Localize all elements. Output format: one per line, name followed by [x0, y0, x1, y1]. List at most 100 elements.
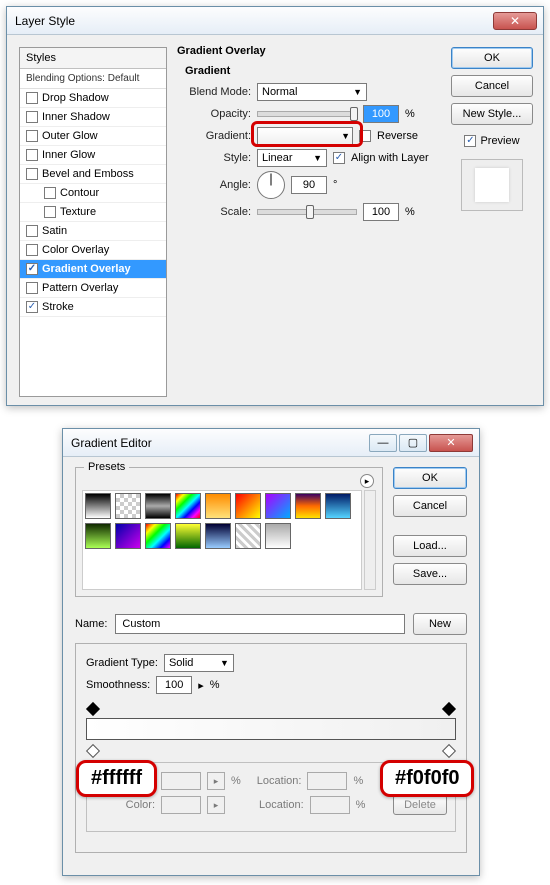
- style-row-inner-shadow[interactable]: Inner Shadow: [20, 108, 166, 127]
- style-label: Stroke: [42, 301, 74, 313]
- preset-swatch[interactable]: [85, 493, 111, 519]
- angle-dial[interactable]: [257, 171, 285, 199]
- preset-swatch[interactable]: [85, 523, 111, 549]
- style-checkbox[interactable]: [26, 130, 38, 142]
- styles-list: Styles Blending Options: Default Drop Sh…: [19, 47, 167, 397]
- gradient-style-select[interactable]: Linear ▼: [257, 149, 327, 167]
- new-style-button[interactable]: New Style...: [451, 103, 533, 125]
- gradient-editor-dialog: Gradient Editor — ▢ ✕ Presets ▸ OK: [62, 428, 480, 876]
- preset-swatch[interactable]: [145, 493, 171, 519]
- preset-swatch[interactable]: [325, 493, 351, 519]
- layer-style-title: Layer Style: [15, 14, 493, 28]
- opacity-value[interactable]: 100: [363, 105, 399, 123]
- cancel-button[interactable]: Cancel: [393, 495, 467, 517]
- preset-swatch[interactable]: [235, 493, 261, 519]
- opacity-stop-right[interactable]: [442, 702, 456, 716]
- preset-swatch[interactable]: [115, 493, 141, 519]
- preset-swatch[interactable]: [175, 493, 201, 519]
- annotation-right-hex: #f0f0f0: [380, 760, 474, 797]
- preset-swatch[interactable]: [175, 523, 201, 549]
- annotation-left-hex: #ffffff: [76, 760, 157, 797]
- save-button[interactable]: Save...: [393, 563, 467, 585]
- reverse-checkbox[interactable]: [359, 130, 371, 142]
- style-checkbox[interactable]: [26, 111, 38, 123]
- close-icon[interactable]: ✕: [493, 12, 537, 30]
- close-icon[interactable]: ✕: [429, 434, 473, 452]
- preset-swatch[interactable]: [295, 493, 321, 519]
- preset-swatch[interactable]: [265, 523, 291, 549]
- smoothness-value[interactable]: 100: [156, 676, 192, 694]
- style-row-inner-glow[interactable]: Inner Glow: [20, 146, 166, 165]
- ok-button[interactable]: OK: [393, 467, 467, 489]
- name-input[interactable]: Custom: [115, 614, 405, 634]
- cancel-button[interactable]: Cancel: [451, 75, 533, 97]
- style-row-gradient-overlay[interactable]: Gradient Overlay: [20, 260, 166, 279]
- style-checkbox[interactable]: [26, 168, 38, 180]
- preset-swatch[interactable]: [235, 523, 261, 549]
- gradient-editor-titlebar[interactable]: Gradient Editor — ▢ ✕: [63, 429, 479, 457]
- angle-value[interactable]: 90: [291, 176, 327, 194]
- color-stop-left[interactable]: [86, 744, 100, 758]
- scrollbar[interactable]: [364, 490, 376, 590]
- preset-swatch[interactable]: [115, 523, 141, 549]
- presets-grid[interactable]: [82, 490, 362, 590]
- style-row-pattern-overlay[interactable]: Pattern Overlay: [20, 279, 166, 298]
- scale-label: Scale:: [185, 206, 251, 218]
- stop-color-swatch: [161, 796, 201, 814]
- align-label: Align with Layer: [351, 152, 429, 164]
- preview-checkbox[interactable]: [464, 135, 476, 147]
- style-row-stroke[interactable]: Stroke: [20, 298, 166, 317]
- pct-label: %: [210, 679, 220, 691]
- style-label: Inner Shadow: [42, 111, 110, 123]
- scale-slider[interactable]: [257, 209, 357, 215]
- style-label: Pattern Overlay: [42, 282, 118, 294]
- style-checkbox[interactable]: [26, 263, 38, 275]
- blend-mode-select[interactable]: Normal ▼: [257, 83, 367, 101]
- stop-location-label2: Location:: [259, 799, 304, 811]
- stop-location-label: Location:: [257, 775, 302, 787]
- style-row-satin[interactable]: Satin: [20, 222, 166, 241]
- color-stop-right[interactable]: [442, 744, 456, 758]
- gradient-overlay-panel: Gradient Overlay Gradient Blend Mode: No…: [177, 45, 447, 231]
- presets-label: Presets: [84, 461, 129, 473]
- style-row-color-overlay[interactable]: Color Overlay: [20, 241, 166, 260]
- style-checkbox[interactable]: [26, 282, 38, 294]
- style-checkbox[interactable]: [26, 301, 38, 313]
- minimize-icon[interactable]: —: [369, 434, 397, 452]
- gradient-bar[interactable]: [86, 706, 456, 754]
- gradient-picker[interactable]: ▼: [257, 127, 353, 145]
- opacity-stop-left[interactable]: [86, 702, 100, 716]
- smoothness-stepper[interactable]: ▸: [198, 679, 204, 692]
- gradient-config-panel: Gradient Type: Solid ▼ Smoothness: 100 ▸…: [75, 643, 467, 853]
- preset-swatch[interactable]: [205, 523, 231, 549]
- load-button[interactable]: Load...: [393, 535, 467, 557]
- angle-label: Angle:: [185, 179, 251, 191]
- align-checkbox[interactable]: [333, 152, 345, 164]
- presets-menu-icon[interactable]: ▸: [360, 474, 374, 488]
- new-button[interactable]: New: [413, 613, 467, 635]
- style-row-drop-shadow[interactable]: Drop Shadow: [20, 89, 166, 108]
- style-checkbox[interactable]: [44, 206, 56, 218]
- stop-color-label: Color:: [95, 799, 155, 811]
- scale-value[interactable]: 100: [363, 203, 399, 221]
- style-row-outer-glow[interactable]: Outer Glow: [20, 127, 166, 146]
- style-checkbox[interactable]: [26, 225, 38, 237]
- maximize-icon[interactable]: ▢: [399, 434, 427, 452]
- opacity-slider[interactable]: [257, 111, 357, 117]
- gradient-type-select[interactable]: Solid ▼: [164, 654, 234, 672]
- style-checkbox[interactable]: [44, 187, 56, 199]
- preview-toggle[interactable]: Preview: [451, 135, 533, 147]
- preset-swatch[interactable]: [145, 523, 171, 549]
- layer-style-titlebar[interactable]: Layer Style ✕: [7, 7, 543, 35]
- preset-swatch[interactable]: [205, 493, 231, 519]
- style-row-contour[interactable]: Contour: [20, 184, 166, 203]
- preset-swatch[interactable]: [265, 493, 291, 519]
- styles-header[interactable]: Styles: [20, 48, 166, 69]
- style-checkbox[interactable]: [26, 244, 38, 256]
- style-checkbox[interactable]: [26, 149, 38, 161]
- ok-button[interactable]: OK: [451, 47, 533, 69]
- style-row-texture[interactable]: Texture: [20, 203, 166, 222]
- style-row-bevel-and-emboss[interactable]: Bevel and Emboss: [20, 165, 166, 184]
- blending-options-row[interactable]: Blending Options: Default: [20, 69, 166, 89]
- style-checkbox[interactable]: [26, 92, 38, 104]
